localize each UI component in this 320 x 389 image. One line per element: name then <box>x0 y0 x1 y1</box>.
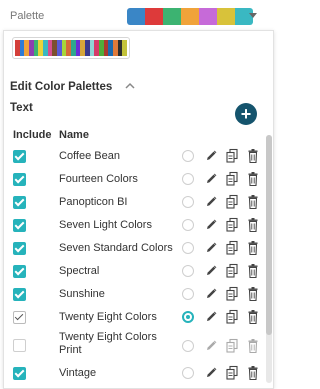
palette-row: Coffee Bean <box>4 145 266 168</box>
copy-icon[interactable] <box>225 194 239 210</box>
copy-icon[interactable] <box>225 148 239 164</box>
palette-row: Twenty Eight Colors <box>4 306 266 329</box>
copy-icon[interactable] <box>225 309 239 325</box>
trash-icon[interactable] <box>246 240 260 256</box>
include-checkbox[interactable] <box>13 150 26 163</box>
include-checkbox[interactable] <box>13 242 26 255</box>
pencil-icon[interactable] <box>204 365 218 381</box>
palette-name: Panopticon BI <box>59 196 128 208</box>
pencil-icon[interactable] <box>204 263 218 279</box>
palette-swatch-strip <box>127 8 253 25</box>
palette-name: Vintage <box>59 367 97 379</box>
preview-swatch <box>122 40 128 56</box>
trash-icon[interactable] <box>246 194 260 210</box>
trash-icon[interactable] <box>246 217 260 233</box>
palette-row: Vintage <box>4 362 266 385</box>
default-palette-radio[interactable] <box>182 340 194 352</box>
trash-icon[interactable] <box>246 171 260 187</box>
palette-header: Palette <box>0 0 275 30</box>
default-palette-radio[interactable] <box>182 288 194 300</box>
palette-editor-panel: Edit Color Palettes Text + Include Name … <box>3 30 274 389</box>
palette-name: Seven Light Colors <box>59 219 152 231</box>
palette-name: Twenty Eight Colors Print <box>59 331 157 356</box>
column-header-include: Include <box>13 129 52 141</box>
palette-label: Palette <box>10 10 45 22</box>
trash-icon[interactable] <box>246 365 260 381</box>
header-swatch <box>145 8 163 25</box>
palette-name: Spectral <box>59 265 100 277</box>
copy-icon[interactable] <box>225 240 239 256</box>
palette-row: Panopticon BI <box>4 191 266 214</box>
default-palette-radio[interactable] <box>182 367 194 379</box>
chevron-up-icon[interactable] <box>124 81 136 91</box>
trash-icon[interactable] <box>246 309 260 325</box>
header-swatch <box>199 8 217 25</box>
palette-preview-strip <box>15 40 128 56</box>
chevron-down-icon[interactable] <box>249 13 257 18</box>
pencil-icon[interactable] <box>204 171 218 187</box>
trash-icon[interactable] <box>246 338 260 354</box>
palette-row: Fourteen Colors <box>4 168 266 191</box>
pencil-icon[interactable] <box>204 217 218 233</box>
trash-icon[interactable] <box>246 148 260 164</box>
palette-list: Coffee Bean Fourteen Colors Panopticon BI S… <box>4 145 266 385</box>
palette-name: Sunshine <box>59 288 105 300</box>
palette-dropdown[interactable] <box>127 8 257 25</box>
pencil-icon[interactable] <box>204 286 218 302</box>
include-checkbox[interactable] <box>13 339 26 352</box>
column-header-name: Name <box>59 129 89 141</box>
copy-icon[interactable] <box>225 217 239 233</box>
default-palette-radio[interactable] <box>182 242 194 254</box>
palette-name: Fourteen Colors <box>59 173 138 185</box>
palette-row: Sunshine <box>4 283 266 306</box>
include-checkbox[interactable] <box>13 196 26 209</box>
include-checkbox[interactable] <box>13 367 26 380</box>
scrollbar-thumb[interactable] <box>266 135 272 335</box>
section-title: Edit Color Palettes <box>10 81 113 93</box>
palette-name: Coffee Bean <box>59 150 120 162</box>
include-checkbox[interactable] <box>13 288 26 301</box>
palette-row: Seven Standard Colors <box>4 237 266 260</box>
palette-name: Seven Standard Colors <box>59 242 173 254</box>
default-palette-radio[interactable] <box>182 150 194 162</box>
header-swatch <box>127 8 145 25</box>
palette-row: Seven Light Colors <box>4 214 266 237</box>
default-palette-radio[interactable] <box>182 311 194 323</box>
palette-preview <box>12 37 130 59</box>
default-palette-radio[interactable] <box>182 196 194 208</box>
palette-row: Twenty Eight Colors Print <box>4 329 266 362</box>
copy-icon[interactable] <box>225 263 239 279</box>
default-palette-radio[interactable] <box>182 173 194 185</box>
include-checkbox[interactable] <box>13 219 26 232</box>
trash-icon[interactable] <box>246 286 260 302</box>
text-label: Text <box>10 102 33 114</box>
header-swatch <box>217 8 235 25</box>
header-swatch <box>181 8 199 25</box>
pencil-icon[interactable] <box>204 309 218 325</box>
pencil-icon[interactable] <box>204 148 218 164</box>
include-checkbox[interactable] <box>13 173 26 186</box>
add-palette-button[interactable]: + <box>235 103 257 125</box>
trash-icon[interactable] <box>246 263 260 279</box>
header-swatch <box>163 8 181 25</box>
default-palette-radio[interactable] <box>182 219 194 231</box>
palette-row: Spectral <box>4 260 266 283</box>
palette-name: Twenty Eight Colors <box>59 311 157 323</box>
default-palette-radio[interactable] <box>182 265 194 277</box>
plus-icon: + <box>240 104 252 124</box>
include-checkbox[interactable] <box>13 265 26 278</box>
copy-icon[interactable] <box>225 171 239 187</box>
copy-icon[interactable] <box>225 365 239 381</box>
pencil-icon[interactable] <box>204 240 218 256</box>
copy-icon[interactable] <box>225 338 239 354</box>
include-checkbox[interactable] <box>13 311 26 324</box>
copy-icon[interactable] <box>225 286 239 302</box>
pencil-icon[interactable] <box>204 194 218 210</box>
pencil-icon[interactable] <box>204 338 218 354</box>
